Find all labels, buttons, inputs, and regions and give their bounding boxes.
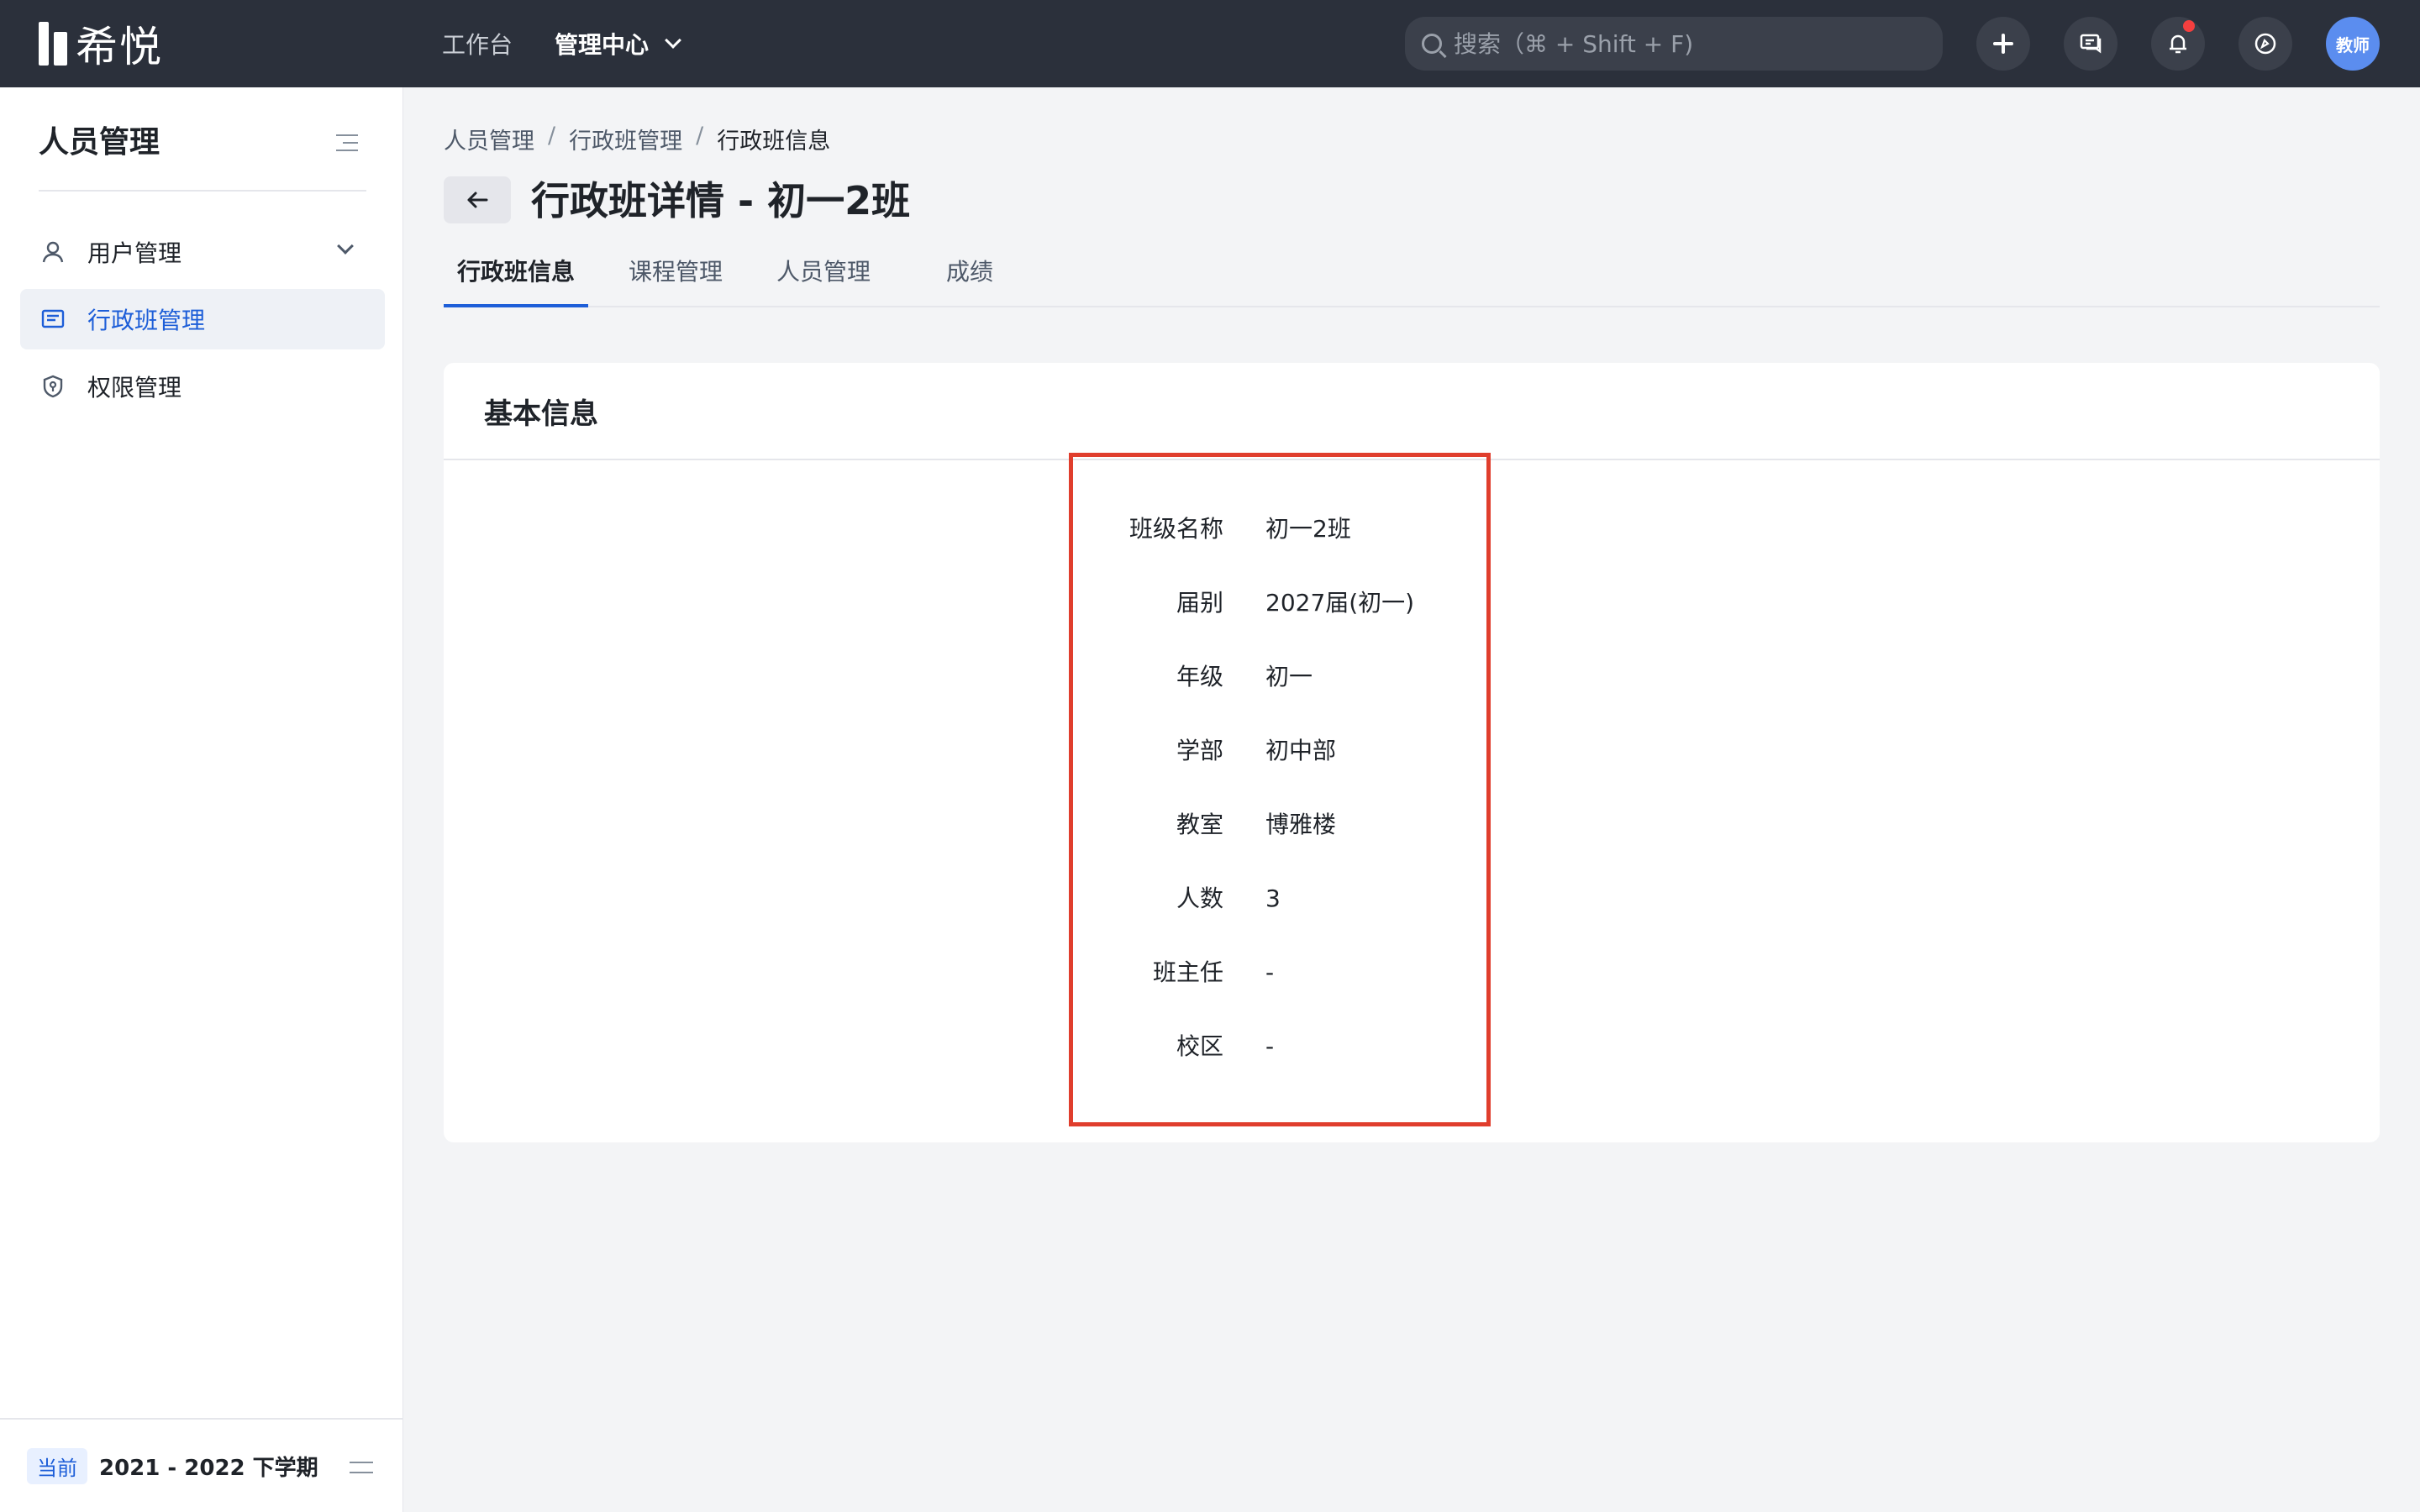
field-label: 届别 (1176, 589, 1223, 617)
field-value: 3 (1265, 885, 1281, 912)
field-label: 教室 (1176, 811, 1223, 838)
field-label: 班级名称 (1128, 515, 1223, 543)
breadcrumb-current: 行政班信息 (717, 129, 831, 155)
sidebar-item-class-management[interactable]: 行政班管理 (20, 289, 385, 349)
chevron-down-icon (665, 32, 681, 49)
messages-button[interactable] (2064, 17, 2118, 71)
sidebar-item-label: 行政班管理 (87, 307, 206, 334)
tab-class-info[interactable]: 行政班信息 (444, 249, 588, 307)
back-button[interactable] (444, 176, 511, 223)
field-label: 人数 (1176, 885, 1223, 912)
app-logo[interactable]: 希悦 (39, 20, 163, 71)
info-row-head-teacher: 班主任 - (1069, 956, 1491, 1030)
search-input[interactable] (1454, 29, 1924, 58)
card-header: 基本信息 (444, 363, 2380, 460)
page-title: 行政班详情 - 初一2班 (531, 178, 911, 223)
info-row-headcount: 人数 3 (1069, 882, 1491, 956)
field-value: - (1265, 1032, 1275, 1060)
sidebar-item-label: 权限管理 (87, 374, 182, 402)
breadcrumb-item[interactable]: 行政班管理 (569, 123, 682, 155)
field-value: 2027届(初一) (1265, 589, 1415, 617)
tab-course-management[interactable]: 课程管理 (629, 249, 723, 307)
notification-dot (2183, 20, 2195, 32)
tab-bar: 行政班信息 课程管理 人员管理 成绩 (444, 249, 2380, 307)
breadcrumb: 人员管理 / 行政班管理 / 行政班信息 (444, 123, 830, 155)
sidebar-item-permission-management[interactable]: 权限管理 (20, 356, 385, 417)
arrow-left-icon (467, 192, 488, 208)
global-search[interactable] (1405, 17, 1943, 71)
card-title: 基本信息 (484, 396, 598, 431)
field-value: 博雅楼 (1265, 811, 1337, 838)
chevron-down-icon (337, 238, 354, 255)
info-row-grade: 年级 初一 (1069, 660, 1491, 734)
field-value: 初一 (1265, 663, 1313, 690)
sidebar-title: 人员管理 (39, 125, 160, 160)
field-label: 学部 (1176, 737, 1223, 764)
info-field-list: 班级名称 初一2班 届别 2027届(初一) 年级 初一 学部 初中部 教室 博… (1069, 512, 1491, 1104)
info-row-campus: 校区 - (1069, 1030, 1491, 1104)
sidebar-menu: 用户管理 行政班管理 权限管理 (20, 222, 385, 423)
nav-admin-center[interactable]: 管理中心 (555, 27, 681, 60)
user-avatar[interactable]: 教师 (2326, 17, 2380, 71)
logo-mark-icon (39, 22, 67, 66)
plus-icon (1993, 34, 2013, 54)
current-term-label: 2021 - 2022 下学期 (99, 1455, 318, 1481)
info-row-classroom: 教室 博雅楼 (1069, 808, 1491, 882)
user-icon (42, 241, 64, 263)
add-button[interactable] (1976, 17, 2030, 71)
message-icon (2080, 34, 2102, 54)
info-row-cohort: 届别 2027届(初一) (1069, 586, 1491, 660)
field-label: 校区 (1176, 1032, 1223, 1060)
class-list-icon (41, 309, 65, 328)
search-icon (1422, 34, 1442, 54)
notifications-button[interactable] (2151, 17, 2205, 71)
swap-icon[interactable] (350, 1458, 375, 1477)
sidebar-item-user-management[interactable]: 用户管理 (20, 222, 385, 282)
sidebar-item-label: 用户管理 (87, 239, 182, 267)
field-label: 年级 (1176, 663, 1223, 690)
breadcrumb-item[interactable]: 人员管理 (444, 123, 534, 155)
shield-icon (43, 375, 63, 398)
sidebar: 人员管理 用户管理 行政班管理 权限管理 当前 2021 - 2022 下学期 (0, 87, 403, 1512)
nav-admin-center-label: 管理中心 (555, 31, 650, 59)
field-value: - (1265, 958, 1275, 986)
compass-icon (2254, 33, 2276, 55)
top-bar: 希悦 工作台 管理中心 教师 (0, 0, 2420, 87)
nav-workbench[interactable]: 工作台 (442, 27, 513, 60)
sidebar-header: 人员管理 (39, 121, 366, 192)
term-selector[interactable]: 当前 2021 - 2022 下学期 (0, 1418, 403, 1512)
app-switch-button[interactable] (2238, 17, 2292, 71)
info-row-division: 学部 初中部 (1069, 734, 1491, 808)
field-label: 班主任 (1152, 958, 1223, 986)
info-row-class-name: 班级名称 初一2班 (1069, 512, 1491, 586)
breadcrumb-separator: / (548, 123, 556, 149)
current-term-badge: 当前 (27, 1447, 87, 1484)
field-value: 初中部 (1265, 737, 1337, 764)
top-nav: 工作台 管理中心 (442, 0, 681, 87)
nav-workbench-label: 工作台 (442, 31, 513, 59)
tab-personnel-management[interactable]: 人员管理 (776, 249, 871, 307)
breadcrumb-separator: / (696, 123, 704, 149)
logo-text: 希悦 (76, 23, 163, 71)
tab-grades[interactable]: 成绩 (946, 249, 993, 307)
field-value: 初一2班 (1265, 515, 1351, 543)
collapse-sidebar-icon[interactable] (336, 133, 358, 153)
bell-icon (2170, 34, 2186, 54)
